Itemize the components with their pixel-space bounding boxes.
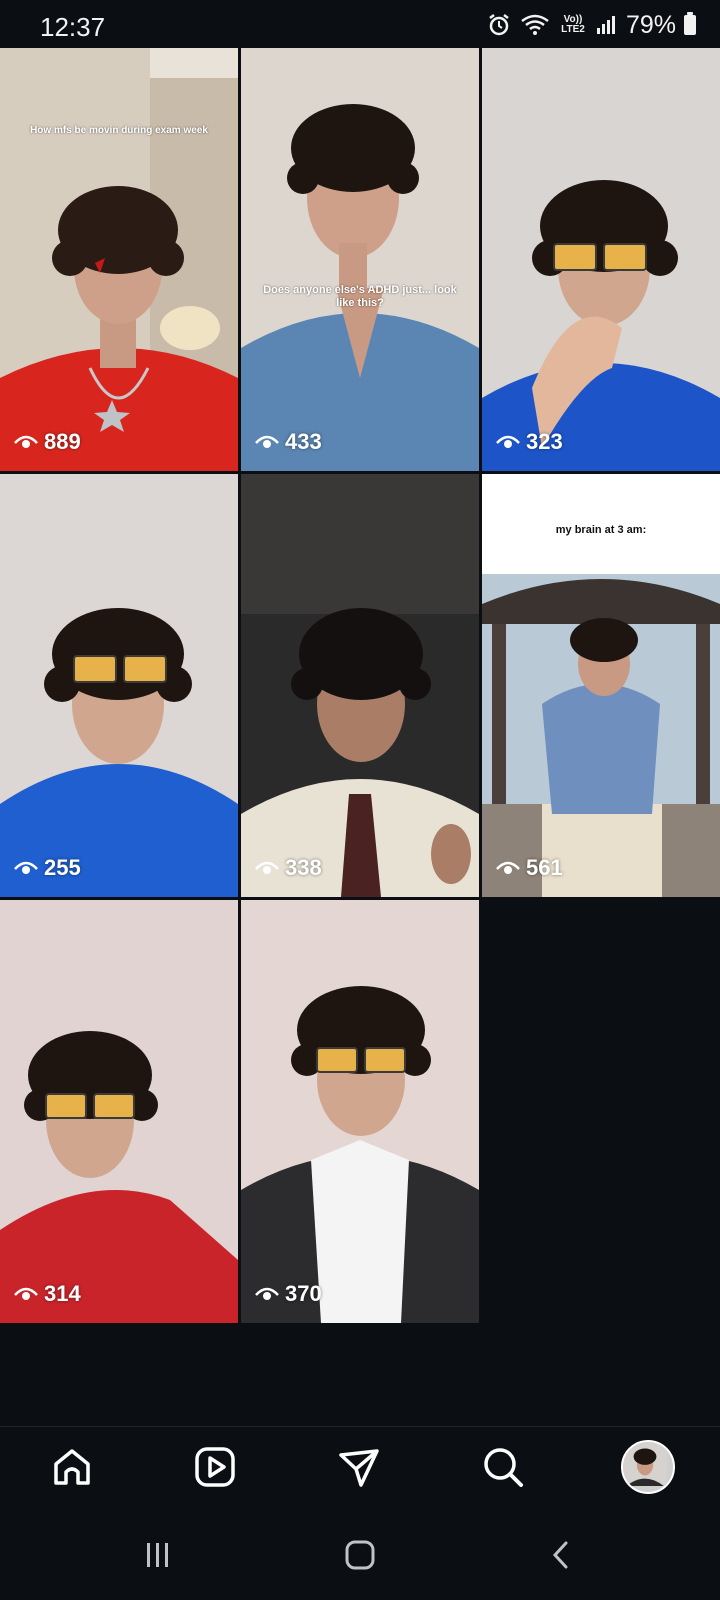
home-system-icon (345, 1540, 375, 1570)
view-count-label: 889 (44, 429, 81, 454)
reel-caption: Does anyone else's ADHD just... look lik… (263, 284, 457, 309)
eye-icon (496, 861, 520, 874)
bottom-nav (0, 1426, 720, 1508)
view-count: 370 (255, 1281, 322, 1307)
reel-tile[interactable]: 370 (241, 900, 479, 1323)
reel-thumbnail (0, 1031, 238, 1323)
search-icon (484, 1448, 523, 1487)
battery-percent: 79% (625, 10, 676, 39)
view-count: 889 (14, 429, 81, 455)
eye-icon (496, 435, 520, 448)
system-nav-bar (0, 1510, 720, 1600)
reel-thumbnail (482, 574, 720, 897)
reel-tile[interactable]: 255 (0, 474, 238, 897)
alarm-icon (489, 14, 509, 36)
eye-icon (255, 1287, 279, 1300)
nav-reels-button[interactable] (187, 1439, 243, 1495)
status-bar: 12:37 Vo)) LTE2 79% (0, 0, 720, 48)
nav-direct-button[interactable] (331, 1439, 387, 1495)
home-icon (54, 1449, 90, 1485)
reel-thumbnail (0, 48, 238, 471)
view-count: 433 (255, 429, 322, 455)
view-count-label: 433 (285, 429, 322, 454)
signal-icon (596, 16, 615, 34)
home-system-button[interactable] (335, 1530, 385, 1580)
eye-icon (255, 435, 279, 448)
direct-message-icon (339, 1449, 379, 1487)
reel-tile[interactable]: my brain at 3 am: 561 (482, 474, 720, 897)
reel-tile[interactable]: 314 (0, 900, 238, 1323)
avatar (621, 1440, 675, 1494)
view-count-label: 314 (44, 1281, 81, 1306)
status-icons: Vo)) LTE2 79% (486, 10, 696, 40)
reel-thumbnail (482, 180, 720, 471)
recent-apps-button[interactable] (133, 1530, 183, 1580)
nav-profile-button[interactable] (620, 1439, 676, 1495)
reels-icon (195, 1447, 235, 1487)
status-time: 12:37 (40, 12, 106, 42)
wifi-icon (521, 14, 549, 35)
nav-home-button[interactable] (44, 1439, 100, 1495)
view-count: 314 (14, 1281, 81, 1307)
eye-icon (255, 861, 279, 874)
eye-icon (14, 435, 38, 448)
eye-icon (14, 861, 38, 874)
view-count-label: 255 (44, 855, 81, 880)
reel-thumbnail (241, 986, 479, 1323)
nav-search-button[interactable] (475, 1439, 531, 1495)
reel-tile[interactable]: 338 (241, 474, 479, 897)
view-count: 561 (496, 855, 563, 881)
reel-tile[interactable]: 323 (482, 48, 720, 471)
view-count-label: 338 (285, 855, 322, 880)
reel-thumbnail (0, 608, 238, 897)
reel-caption: How mfs be movin during exam week (30, 125, 208, 136)
reel-thumbnail (241, 104, 479, 471)
view-count: 255 (14, 855, 81, 881)
view-count-label: 370 (285, 1281, 322, 1306)
reel-caption: my brain at 3 am: (555, 524, 647, 536)
view-count-label: 561 (526, 855, 563, 880)
reel-tile[interactable]: How mfs be movin during exam week 889 (0, 48, 238, 471)
reel-tile[interactable]: Does anyone else's ADHD just... look lik… (241, 48, 479, 471)
recent-apps-icon (147, 1543, 168, 1567)
battery-icon (684, 12, 696, 35)
network-label: Vo)) LTE2 (561, 14, 585, 35)
reel-thumbnail (241, 474, 479, 897)
view-count-label: 323 (526, 429, 563, 454)
back-button[interactable] (537, 1530, 587, 1580)
back-icon (552, 1541, 568, 1569)
view-count: 338 (255, 855, 322, 881)
view-count: 323 (496, 429, 563, 455)
eye-icon (14, 1287, 38, 1300)
